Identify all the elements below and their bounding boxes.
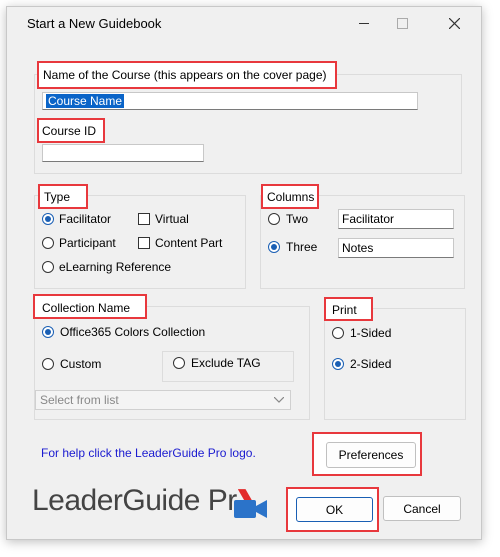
close-button[interactable] xyxy=(431,7,477,39)
preferences-label: Preferences xyxy=(338,448,404,462)
ok-highlight: OK xyxy=(286,487,379,532)
custom-label: Custom xyxy=(60,357,102,371)
one-sided-radio[interactable] xyxy=(332,327,344,339)
exclude-tag-label: Exclude TAG xyxy=(191,356,261,370)
two-columns-label: Two xyxy=(286,212,309,226)
two-sided-radio[interactable] xyxy=(332,358,344,370)
elearning-radio[interactable] xyxy=(42,261,54,273)
course-name-value: Course Name xyxy=(46,94,125,108)
facilitator-label: Facilitator xyxy=(59,212,112,226)
maximize-button[interactable] xyxy=(379,7,425,39)
type-label: Type xyxy=(44,190,71,204)
cancel-label: Cancel xyxy=(403,501,441,516)
ok-label: OK xyxy=(325,502,344,517)
course-id-highlight: Course ID xyxy=(37,118,105,143)
video-camera-icon[interactable] xyxy=(234,499,268,519)
three-columns-label: Three xyxy=(286,240,318,254)
preferences-button[interactable]: Preferences xyxy=(326,442,416,468)
elearning-label: eLearning Reference xyxy=(59,260,172,274)
collection-highlight: Collection Name xyxy=(33,294,147,319)
title-bar: Start a New Guidebook xyxy=(7,7,481,39)
preferences-highlight: Preferences xyxy=(312,432,422,476)
content-part-label: Content Part xyxy=(155,236,223,250)
facilitator-radio[interactable] xyxy=(42,213,54,225)
collection-select-value: Select from list xyxy=(40,393,119,407)
columns-highlight: Columns xyxy=(261,184,319,209)
maximize-icon xyxy=(396,17,408,29)
collection-label: Collection Name xyxy=(42,301,131,315)
window-title: Start a New Guidebook xyxy=(27,16,162,31)
logo-text: LeaderGuide Pr xyxy=(32,484,237,517)
print-group xyxy=(324,308,466,420)
participant-radio[interactable] xyxy=(42,237,54,249)
chevron-down-icon xyxy=(274,397,284,403)
custom-radio[interactable] xyxy=(42,358,54,370)
office365-label: Office365 Colors Collection xyxy=(60,325,206,339)
print-label: Print xyxy=(332,303,357,317)
column2-name-input[interactable]: Notes xyxy=(338,238,454,258)
ok-button[interactable]: OK xyxy=(296,497,373,522)
minimize-icon xyxy=(359,22,369,24)
help-text: For help click the LeaderGuide Pro logo. xyxy=(41,446,256,460)
course-name-input[interactable]: Course Name xyxy=(42,92,418,110)
collection-select[interactable]: Select from list xyxy=(35,390,291,410)
leaderguide-logo[interactable]: LeaderGuide Pr xyxy=(32,484,252,518)
two-columns-radio[interactable] xyxy=(268,213,280,225)
course-id-input[interactable] xyxy=(42,144,204,162)
office365-radio[interactable] xyxy=(42,326,54,338)
exclude-tag-radio[interactable] xyxy=(173,357,185,369)
three-columns-radio[interactable] xyxy=(268,241,280,253)
participant-label: Participant xyxy=(59,236,116,250)
print-highlight: Print xyxy=(324,297,373,321)
virtual-checkbox[interactable] xyxy=(138,213,150,225)
course-name-highlight: Name of the Course (this appears on the … xyxy=(37,61,337,89)
one-sided-label: 1-Sided xyxy=(350,326,392,340)
course-name-label: Name of the Course (this appears on the … xyxy=(43,68,327,82)
close-icon xyxy=(448,17,460,29)
cancel-button[interactable]: Cancel xyxy=(383,496,461,521)
type-highlight: Type xyxy=(38,184,88,209)
two-sided-label: 2-Sided xyxy=(350,357,392,371)
column1-name-input[interactable]: Facilitator xyxy=(338,209,454,229)
course-id-label: Course ID xyxy=(42,124,97,138)
content-part-checkbox[interactable] xyxy=(138,237,150,249)
virtual-label: Virtual xyxy=(155,212,189,226)
columns-label: Columns xyxy=(267,190,315,204)
